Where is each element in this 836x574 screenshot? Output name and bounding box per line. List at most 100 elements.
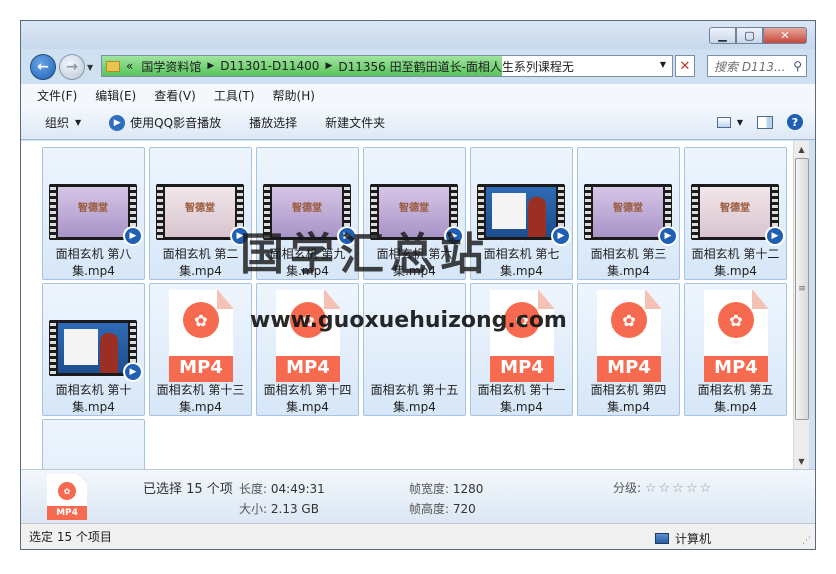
status-location: 计算机 [675,532,712,546]
film-reel-icon: ✿ [58,482,76,500]
file-item[interactable]: ✿ MP4 面相玄机 第十四集.mp4 [256,283,359,416]
mp4-file-icon: ✿ MP4 [47,474,87,520]
file-item[interactable]: 面相玄机 第十五集.mp4 [363,283,466,416]
film-reel-icon: ✿ [290,302,326,338]
breadcrumb-separator-icon[interactable]: ▶ [325,61,332,71]
file-name: 面相玄机 第五集.mp4 [697,383,774,414]
preview-pane-icon[interactable] [757,115,773,129]
vertical-scrollbar[interactable]: ▲ ≡ ▼ [793,141,809,469]
file-item[interactable]: 智德堂 ▶ 面相玄机 第八集.mp4 [42,147,145,280]
film-reel-icon: ✿ [504,302,540,338]
file-name: 面相玄机 第六集.mp4 [376,247,453,278]
organize-button[interactable]: 组织 ▼ [45,114,81,131]
menu-tools[interactable]: 工具(T) [214,87,255,104]
search-input[interactable]: 搜索 D113... ⚲ [707,55,807,77]
file-name: 面相玄机 第四集.mp4 [590,383,667,414]
mp4-icon-label: MP4 [179,357,223,378]
scroll-down-icon[interactable]: ▼ [794,453,809,469]
mp4-file-icon: ✿ MP4 [490,290,554,382]
mp4-file-icon: ✿ MP4 [276,290,340,382]
organize-label: 组织 [45,116,70,130]
frame-width-value: 1280 [452,482,484,496]
file-item[interactable]: ✿ MP4 面相玄机 第五集.mp4 [684,283,787,416]
thumbnail-logo: 智德堂 [399,203,429,214]
menu-help[interactable]: 帮助(H) [273,87,315,104]
length-value: 04:49:31 [270,482,325,496]
menu-bar: 文件(F) 编辑(E) 查看(V) 工具(T) 帮助(H) [21,84,815,106]
chevron-down-icon: ▼ [75,118,82,127]
breadcrumb-range[interactable]: D11301-D11400 [220,59,319,73]
address-dropdown-icon[interactable]: ▼ [660,60,666,69]
thumbnail-logo: 智德堂 [78,203,108,214]
qq-player-badge-icon: ▶ [444,226,464,246]
navigation-bar: ← → ▼ « 国学资料馆 ▶ D11301-D11400 ▶ D11356 田… [21,49,815,83]
file-item[interactable]: 智德堂 ▶ 面相玄机 第九集.mp4 [256,147,359,280]
rating-stars[interactable]: ☆☆☆☆☆ [645,481,713,496]
menu-edit[interactable]: 编辑(E) [95,87,136,104]
qq-player-badge-icon: ▶ [765,226,785,246]
file-item[interactable]: 智德堂 ▶ 面相玄机 第十二集.mp4 [684,147,787,280]
mp4-file-icon: ✿ MP4 [704,290,768,382]
mp4-icon-label: MP4 [714,357,758,378]
file-name: 面相玄机 第三集.mp4 [590,247,667,278]
qq-player-badge-icon: ▶ [658,226,678,246]
folder-icon [106,60,120,72]
explorer-window: ▁ ▢ ✕ ← → ▼ « 国学资料馆 ▶ D11301-D11400 ▶ D1… [20,20,816,550]
file-item[interactable]: 智德堂 ▶ 面相玄机 第六集.mp4 [363,147,466,280]
search-icon[interactable]: ⚲ [793,59,802,73]
view-options-icon[interactable] [716,116,731,128]
file-item[interactable]: 智德堂 ▶ 面相玄机 第二集.mp4 [149,147,252,280]
stop-icon[interactable]: ✕ [675,55,695,77]
breadcrumb-root[interactable]: 国学资料馆 [141,58,201,75]
film-reel-icon: ✿ [718,302,754,338]
file-grid: 智德堂 ▶ 面相玄机 第八集.mp4 智德堂 ▶ 面相玄机 第二集.mp4 智德堂 ▶ 面相玄机… [21,141,793,469]
close-button[interactable]: ✕ [763,27,807,44]
file-item[interactable]: ▶ 面相玄机 第七集.mp4 [470,147,573,280]
file-name: 面相玄机 第十二集.mp4 [691,247,780,278]
breadcrumb-separator-icon[interactable]: ▶ [207,61,214,71]
back-button[interactable]: ← [30,54,56,80]
scroll-up-icon[interactable]: ▲ [794,141,809,157]
maximize-button[interactable]: ▢ [736,27,763,44]
file-item[interactable]: 智德堂 ▶ 面相玄机 第三集.mp4 [577,147,680,280]
view-dropdown-icon[interactable]: ▼ [737,118,743,127]
film-reel-icon: ✿ [183,302,219,338]
address-lead: « [126,59,134,73]
history-dropdown-icon[interactable]: ▼ [87,63,93,72]
new-folder-button[interactable]: 新建文件夹 [325,114,385,131]
status-selection-text: 选定 15 个项目 [29,530,112,544]
play-with-qq-button[interactable]: ▶ 使用QQ影音播放 [109,114,221,131]
qq-player-badge-icon: ▶ [551,226,571,246]
file-item[interactable]: ▶ 面相玄机 第十集.mp4 [42,283,145,416]
rating-label: 分级: [613,481,642,495]
minimize-button[interactable]: ▁ [709,27,736,44]
file-item[interactable]: ✿ MP4 面相玄机 第十三集.mp4 [149,283,252,416]
command-bar: 组织 ▼ ▶ 使用QQ影音播放 播放选择 新建文件夹 ▼ ? [21,106,815,140]
selection-count: 已选择 15 个项 [143,482,233,497]
qq-player-icon: ▶ [109,114,126,131]
menu-file[interactable]: 文件(F) [37,87,77,104]
qq-player-badge-icon: ▶ [337,226,357,246]
file-name: 面相玄机 第十一集.mp4 [477,383,566,414]
new-folder-label: 新建文件夹 [325,116,386,130]
scroll-thumb[interactable]: ≡ [795,158,809,420]
play-selection-button[interactable]: 播放选择 [249,114,297,131]
qq-player-badge-icon: ▶ [230,226,250,246]
breadcrumb-current[interactable]: D11356 田至鹤田道长-面相人生系列课程无 [338,58,574,75]
play-selection-label: 播放选择 [249,116,298,130]
resize-grip-icon[interactable]: ⋰ [802,536,811,546]
qq-player-badge-icon: ▶ [123,226,143,246]
file-item[interactable]: ✿ MP4 面相玄机 第十一集.mp4 [470,283,573,416]
file-name: 面相玄机 第七集.mp4 [483,247,560,278]
file-item[interactable]: ✿ MP4 面相玄机 第四集.mp4 [577,283,680,416]
mp4-icon-label: MP4 [286,357,330,378]
length-label: 长度: [239,482,268,496]
title-bar[interactable]: ▁ ▢ ✕ [21,21,815,49]
frame-width-label: 帧宽度: [409,482,450,496]
menu-view[interactable]: 查看(V) [154,87,196,104]
file-name: 面相玄机 第十集.mp4 [55,383,132,414]
address-bar[interactable]: « 国学资料馆 ▶ D11301-D11400 ▶ D11356 田至鹤田道长-… [101,55,673,77]
help-icon[interactable]: ? [787,114,803,130]
forward-button[interactable]: → [59,54,85,80]
file-item[interactable] [42,419,145,469]
